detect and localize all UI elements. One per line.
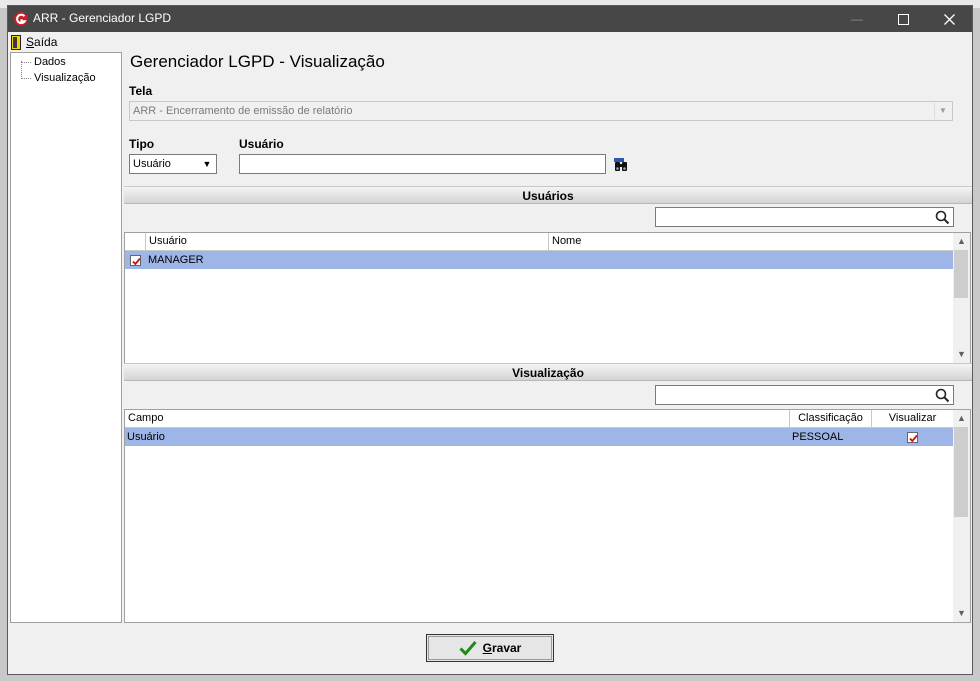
column-header-classificacao[interactable]: Classificação: [790, 410, 872, 427]
menu-bar: Saída: [8, 32, 972, 52]
view-grid: Campo Classificação Visualizar Usuário P…: [124, 409, 971, 623]
users-section-header: Usuários: [124, 186, 972, 204]
exit-door-icon: [11, 34, 21, 50]
save-button-label: Gravar: [483, 641, 522, 655]
window-title: ARR - Gerenciador LGPD: [33, 11, 172, 25]
table-row[interactable]: Usuário PESSOAL: [125, 428, 953, 446]
scroll-down-icon[interactable]: ▼: [953, 346, 970, 363]
users-search-input[interactable]: [655, 207, 954, 227]
page-title: Gerenciador LGPD - Visualização: [130, 52, 385, 71]
app-logo-icon: [14, 12, 28, 26]
search-icon[interactable]: [935, 210, 950, 225]
tree-branch: [21, 61, 31, 63]
column-header-visualizar[interactable]: Visualizar: [872, 410, 953, 427]
table-row[interactable]: MANAGER: [125, 251, 953, 269]
checkmark-icon: [132, 257, 141, 266]
tree-branch: [21, 77, 31, 79]
menu-exit-label: Saída: [26, 35, 57, 49]
column-header-campo[interactable]: Campo: [125, 410, 790, 427]
tela-label: Tela: [129, 84, 153, 98]
menu-exit-rest: aída: [34, 35, 58, 49]
search-icon[interactable]: [935, 388, 950, 403]
row-select-checkbox[interactable]: [130, 255, 141, 266]
tipo-label: Tipo: [129, 137, 155, 151]
view-grid-header: Campo Classificação Visualizar: [125, 410, 953, 428]
view-grid-scrollbar[interactable]: ▲ ▼: [953, 410, 970, 622]
close-icon: [943, 14, 955, 26]
tela-select-value: ARR - Encerramento de emissão de relatór…: [133, 105, 353, 117]
column-header-nome[interactable]: Nome: [549, 233, 953, 250]
maximize-button[interactable]: [880, 6, 926, 32]
view-section-header: Visualização: [124, 363, 972, 381]
tela-select[interactable]: ARR - Encerramento de emissão de relatór…: [129, 101, 953, 121]
close-button[interactable]: [926, 6, 972, 32]
scroll-up-icon[interactable]: ▲: [953, 233, 970, 250]
usuario-input[interactable]: [239, 154, 606, 174]
title-bar[interactable]: ARR - Gerenciador LGPD —: [8, 6, 972, 32]
lgpd-manager-window: ARR - Gerenciador LGPD — Saída Dados Vis…: [7, 5, 973, 675]
tipo-select-value: Usuário: [133, 158, 171, 170]
tree-item-visualizacao[interactable]: Visualização: [21, 71, 96, 85]
save-mnemonic: G: [482, 641, 492, 655]
tipo-select[interactable]: Usuário ▼: [129, 154, 217, 174]
scroll-thumb[interactable]: [954, 427, 968, 517]
users-grid-header: Usuário Nome: [125, 233, 953, 251]
tree-item-label: Dados: [34, 56, 66, 68]
cell-campo: Usuário: [127, 431, 165, 443]
tree-item-dados[interactable]: Dados: [21, 55, 66, 69]
column-header-usuario[interactable]: Usuário: [146, 233, 549, 250]
usuario-label: Usuário: [239, 137, 284, 151]
navigation-tree: Dados Visualização: [10, 52, 122, 623]
chevron-down-icon[interactable]: ▼: [199, 156, 215, 172]
cell-usuario: MANAGER: [148, 254, 204, 266]
cell-classificacao: PESSOAL: [792, 431, 844, 443]
users-grid: Usuário Nome MANAGER ▲ ▼: [124, 232, 971, 364]
menu-exit[interactable]: Saída: [11, 34, 57, 50]
select-column-header: [125, 233, 146, 250]
users-grid-scrollbar[interactable]: ▲ ▼: [953, 233, 970, 363]
scroll-thumb[interactable]: [954, 250, 968, 298]
chevron-down-icon[interactable]: ▼: [934, 103, 951, 119]
scroll-down-icon[interactable]: ▼: [953, 605, 970, 622]
save-label-rest: ravar: [491, 641, 522, 655]
maximize-icon: [897, 14, 909, 26]
visualizar-checkbox[interactable]: [907, 432, 918, 443]
binoculars-lookup-icon[interactable]: [613, 157, 629, 173]
menu-exit-mnemonic: S: [26, 35, 35, 49]
checkmark-icon: [909, 434, 918, 443]
save-button[interactable]: Gravar: [426, 634, 554, 662]
checkmark-icon: [459, 641, 477, 656]
minimize-button[interactable]: —: [834, 6, 880, 32]
tree-item-label: Visualização: [34, 72, 96, 84]
scroll-up-icon[interactable]: ▲: [953, 410, 970, 427]
view-search-input[interactable]: [655, 385, 954, 405]
